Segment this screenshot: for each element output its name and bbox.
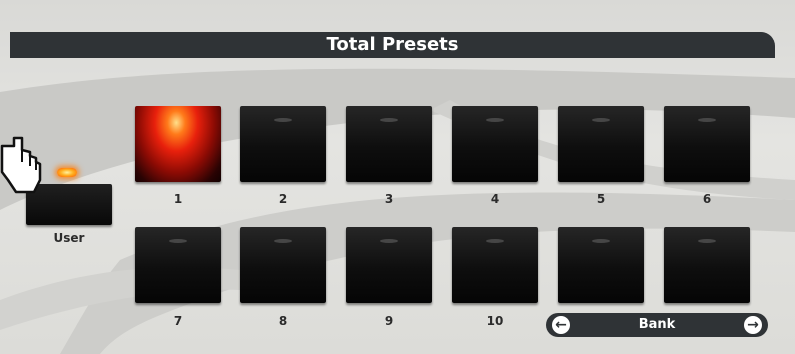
preset-pad-6[interactable] bbox=[664, 106, 750, 182]
preset-pad-8[interactable] bbox=[240, 227, 326, 303]
preset-label-2: 2 bbox=[278, 192, 288, 206]
panel-title: Total Presets bbox=[10, 32, 775, 58]
preset-label-10: 10 bbox=[486, 314, 504, 328]
preset-pad-4[interactable] bbox=[452, 106, 538, 182]
preset-pad-1[interactable] bbox=[135, 106, 221, 182]
preset-pad-10[interactable] bbox=[452, 227, 538, 303]
preset-pad-7[interactable] bbox=[135, 227, 221, 303]
preset-label-9: 9 bbox=[384, 314, 394, 328]
user-led-indicator bbox=[57, 168, 77, 177]
preset-label-1: 1 bbox=[173, 192, 183, 206]
preset-pad-3[interactable] bbox=[346, 106, 432, 182]
preset-label-3: 3 bbox=[384, 192, 394, 206]
preset-panel: Total Presets User 1 2 3 4 5 6 7 8 9 10 … bbox=[0, 0, 795, 354]
user-button-label: User bbox=[53, 231, 85, 245]
arrow-right-icon[interactable]: → bbox=[744, 316, 762, 334]
preset-pad-12[interactable] bbox=[664, 227, 750, 303]
hand-pointer-icon bbox=[0, 136, 42, 194]
preset-pad-2[interactable] bbox=[240, 106, 326, 182]
preset-label-7: 7 bbox=[173, 314, 183, 328]
preset-label-6: 6 bbox=[702, 192, 712, 206]
bank-bar: ← Bank → bbox=[546, 313, 768, 337]
preset-pad-5[interactable] bbox=[558, 106, 644, 182]
preset-label-5: 5 bbox=[596, 192, 606, 206]
preset-pad-11[interactable] bbox=[558, 227, 644, 303]
bank-label: Bank bbox=[638, 317, 676, 332]
preset-label-8: 8 bbox=[278, 314, 288, 328]
preset-pad-9[interactable] bbox=[346, 227, 432, 303]
preset-label-4: 4 bbox=[490, 192, 500, 206]
